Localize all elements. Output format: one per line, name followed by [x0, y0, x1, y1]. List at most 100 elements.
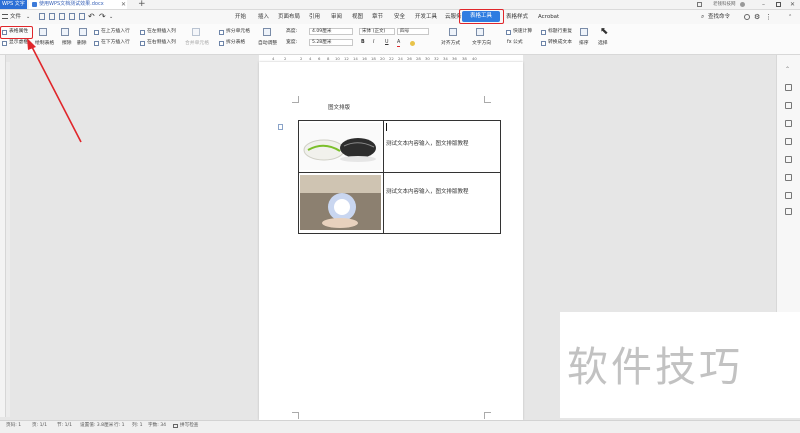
select-icon[interactable]: [785, 102, 792, 109]
properties-icon[interactable]: [785, 138, 792, 145]
save-icon[interactable]: [59, 13, 65, 20]
panel-collapse-icon[interactable]: ⌃: [785, 66, 790, 73]
draw-table-button[interactable]: 绘制表格: [35, 41, 54, 47]
print-icon[interactable]: [69, 13, 75, 20]
new-tab-button[interactable]: +: [138, 0, 146, 9]
table-column-divider: [383, 120, 384, 234]
menu-item-start[interactable]: 开始: [235, 10, 246, 24]
insert-column-right-button[interactable]: 在右侧插入列: [147, 40, 176, 46]
window-layout-icon[interactable]: [697, 2, 702, 7]
menu-item-references[interactable]: 引用: [309, 10, 320, 24]
font-color-button[interactable]: A: [397, 40, 401, 47]
document-page[interactable]: [259, 62, 523, 420]
menu-item-review[interactable]: 审阅: [331, 10, 342, 24]
app-tab[interactable]: WPS 文字: [0, 0, 27, 9]
sphere-photo[interactable]: [300, 175, 381, 230]
spell-check-icon: [173, 424, 178, 428]
status-section[interactable]: 节: 1/1: [57, 420, 72, 432]
more-icon[interactable]: ⋮: [765, 10, 772, 24]
hamburger-menu-icon[interactable]: [2, 14, 8, 19]
repeat-header-button[interactable]: 标题行重复: [548, 29, 572, 35]
menu-item-acrobat[interactable]: Acrobat: [538, 10, 559, 24]
erase-button[interactable]: 擦除: [62, 41, 72, 47]
settings-icon[interactable]: ⚙: [754, 10, 760, 24]
status-spell-check[interactable]: 拼写检查: [180, 420, 198, 432]
quick-calc-button[interactable]: 快速计算: [513, 29, 532, 35]
tools-icon[interactable]: [785, 208, 792, 215]
new-doc-icon[interactable]: [39, 13, 45, 20]
status-word-count[interactable]: 字数: 34: [148, 420, 166, 432]
table-cell-text[interactable]: 测试文本内容输入，图文排版教程: [386, 139, 469, 147]
split-table-button[interactable]: 拆分表格: [226, 40, 245, 46]
menu-item-chapter[interactable]: 章节: [372, 10, 383, 24]
font-size-select[interactable]: 四号: [397, 28, 429, 35]
show-gridlines-button[interactable]: 显示虚框: [9, 40, 28, 46]
select-button[interactable]: 选择: [598, 41, 608, 47]
close-window-icon[interactable]: ✕: [790, 0, 795, 9]
insert-right-icon: [140, 41, 145, 46]
user-name[interactable]: 老钱科技网: [713, 0, 736, 9]
ruler-number: 32: [434, 56, 439, 61]
undo-icon[interactable]: ↶: [88, 10, 95, 24]
menu-file[interactable]: 文件: [10, 10, 21, 24]
align-button[interactable]: 对齐方式: [441, 41, 460, 47]
insert-row-below-button[interactable]: 在下方插入行: [101, 40, 130, 46]
print-preview-icon[interactable]: [79, 13, 85, 20]
font-name-select[interactable]: 宋体 (正文): [359, 28, 395, 35]
split-cells-button[interactable]: 拆分单元格: [226, 29, 250, 35]
italic-button[interactable]: I: [373, 40, 374, 46]
cloud-sync-icon[interactable]: [744, 14, 750, 20]
maximize-icon[interactable]: [776, 2, 781, 7]
outline-icon[interactable]: [785, 174, 792, 181]
status-column[interactable]: 列: 1: [132, 420, 143, 432]
autofit-button[interactable]: 自动调整: [258, 41, 277, 47]
menu-item-view[interactable]: 视图: [352, 10, 363, 24]
formula-button[interactable]: fx 公式: [507, 40, 523, 46]
text-direction-button[interactable]: 文字方向: [472, 41, 491, 47]
insert-column-left-button[interactable]: 在左侧插入列: [147, 29, 176, 35]
insert-row-above-button[interactable]: 在上方插入行: [101, 29, 130, 35]
search-icon[interactable]: ⌕: [701, 10, 704, 24]
merge-cells-button[interactable]: 合并单元格: [185, 41, 209, 47]
insert-below-icon: [94, 41, 99, 46]
height-field[interactable]: 4.09厘米: [309, 28, 353, 35]
status-position[interactable]: 设置值: 3.8厘米: [80, 420, 113, 432]
document-tab[interactable]: 使用WPS文档测试效果.docx: [29, 0, 127, 9]
bold-button[interactable]: B: [361, 40, 365, 46]
menu-item-security[interactable]: 安全: [394, 10, 405, 24]
search-command[interactable]: 查找命令: [708, 10, 730, 24]
chevron-down-icon[interactable]: ⌄: [26, 10, 30, 24]
mouse-photo[interactable]: [300, 123, 381, 170]
menu-item-insert[interactable]: 插入: [258, 10, 269, 24]
paragraph-handle-icon[interactable]: [278, 124, 283, 130]
minimize-icon[interactable]: –: [762, 0, 765, 9]
delete-button[interactable]: 删除: [77, 41, 87, 47]
draw-table-icon: [39, 28, 47, 36]
table-cell-text[interactable]: 测试文本内容输入，图文排版教程: [386, 187, 469, 195]
style-icon[interactable]: [785, 84, 792, 91]
menu-item-table-style[interactable]: 表格样式: [506, 10, 528, 24]
redo-icon[interactable]: ↷: [99, 10, 106, 24]
ruler-number: 34: [443, 56, 448, 61]
sort-button[interactable]: 排序: [579, 41, 589, 47]
status-row[interactable]: 行: 1: [114, 420, 125, 432]
shape-icon[interactable]: [785, 120, 792, 127]
list-icon[interactable]: [785, 156, 792, 163]
ruler-number: 10: [335, 56, 340, 61]
underline-button[interactable]: U: [385, 40, 389, 46]
menu-item-page-layout[interactable]: 页面布局: [278, 10, 300, 24]
highlight-color-icon[interactable]: [410, 41, 415, 46]
status-pages[interactable]: 页: 1/1: [32, 420, 47, 432]
collapse-ribbon-icon[interactable]: ⌃: [788, 10, 792, 24]
ruler-number: 16: [362, 56, 367, 61]
menu-item-developer[interactable]: 开发工具: [415, 10, 437, 24]
open-icon[interactable]: [49, 13, 55, 20]
document-heading[interactable]: 图文排版: [328, 103, 350, 111]
width-field[interactable]: 5.28厘米: [309, 39, 353, 46]
status-page-number[interactable]: 页码: 1: [6, 420, 21, 432]
tab-close-icon[interactable]: ✕: [121, 0, 126, 9]
image-icon[interactable]: [785, 192, 792, 199]
avatar[interactable]: [740, 2, 745, 7]
quick-access-chevron-icon[interactable]: ⌄: [109, 10, 113, 24]
convert-to-text-button[interactable]: 转换成文本: [548, 40, 572, 46]
